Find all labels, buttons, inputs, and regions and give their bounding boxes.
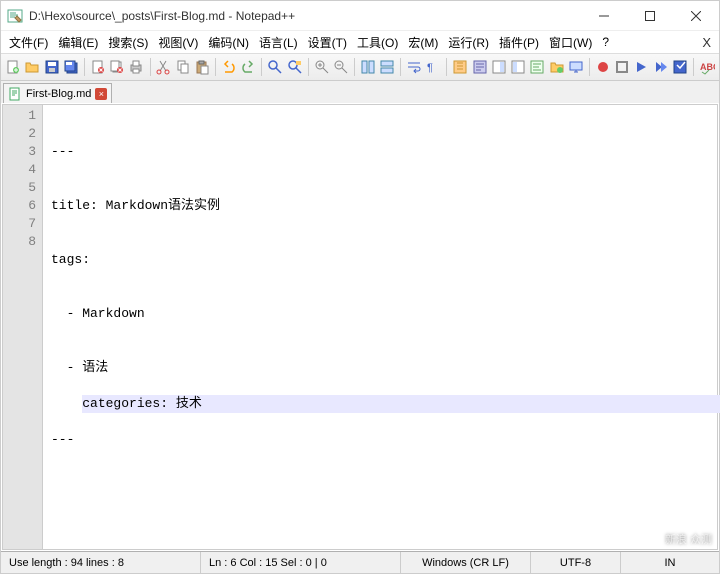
- play-macro-icon[interactable]: [633, 56, 649, 78]
- record-macro-icon[interactable]: [595, 56, 611, 78]
- statusbar: Use length : 94 lines : 8 Ln : 6 Col : 1…: [1, 551, 719, 573]
- status-mode[interactable]: IN: [621, 552, 719, 573]
- redo-icon[interactable]: [240, 56, 256, 78]
- close-all-icon[interactable]: [109, 56, 125, 78]
- app-icon: [7, 8, 23, 24]
- menu-run[interactable]: 运行(R): [444, 32, 493, 53]
- menu-search[interactable]: 搜索(S): [104, 32, 152, 53]
- indent-guide-icon[interactable]: [452, 56, 468, 78]
- code-line: title: Markdown语法实例: [51, 197, 713, 215]
- save-all-icon[interactable]: [63, 56, 79, 78]
- code-line: ---: [51, 431, 713, 449]
- undo-icon[interactable]: [221, 56, 237, 78]
- menu-edit[interactable]: 编辑(E): [54, 32, 102, 53]
- menu-encoding[interactable]: 编码(N): [204, 32, 253, 53]
- toolbar-separator: [693, 58, 694, 76]
- line-number: 1: [3, 107, 36, 125]
- folder-workspace-icon[interactable]: [549, 56, 565, 78]
- menu-help[interactable]: ?: [598, 33, 613, 51]
- menu-settings[interactable]: 设置(T): [304, 32, 351, 53]
- code-line: tags:: [51, 251, 713, 269]
- spellcheck-icon[interactable]: ABC: [699, 56, 715, 78]
- open-file-icon[interactable]: [24, 56, 40, 78]
- find-icon[interactable]: [267, 56, 283, 78]
- doc-list-icon[interactable]: [510, 56, 526, 78]
- stop-macro-icon[interactable]: [614, 56, 630, 78]
- code-line: [51, 485, 713, 503]
- titlebar: D:\Hexo\source\_posts\First-Blog.md - No…: [1, 1, 719, 31]
- file-tab[interactable]: First-Blog.md ×: [3, 83, 112, 103]
- zoom-out-icon[interactable]: [333, 56, 349, 78]
- code-line: - 语法: [51, 359, 713, 377]
- udl-icon[interactable]: [471, 56, 487, 78]
- toolbar-separator: [308, 58, 309, 76]
- line-number: 6: [3, 197, 36, 215]
- status-position: Ln : 6 Col : 15 Sel : 0 | 0: [201, 552, 401, 573]
- svg-text:¶: ¶: [427, 62, 433, 74]
- toolbar-separator: [400, 58, 401, 76]
- line-number: 7: [3, 215, 36, 233]
- line-number: 8: [3, 233, 36, 251]
- svg-text:ABC: ABC: [700, 62, 715, 72]
- code-area[interactable]: --- title: Markdown语法实例 tags: - Markdown…: [43, 105, 717, 549]
- maximize-button[interactable]: [627, 1, 673, 31]
- line-number: 3: [3, 143, 36, 161]
- menu-file[interactable]: 文件(F): [5, 32, 52, 53]
- toolbar-separator: [589, 58, 590, 76]
- cut-icon[interactable]: [155, 56, 171, 78]
- save-icon[interactable]: [44, 56, 60, 78]
- menu-tools[interactable]: 工具(O): [353, 32, 402, 53]
- status-encoding[interactable]: UTF-8: [531, 552, 621, 573]
- line-number: 5: [3, 179, 36, 197]
- tabbar: First-Blog.md ×: [1, 81, 719, 103]
- copy-icon[interactable]: [175, 56, 191, 78]
- line-number: 4: [3, 161, 36, 179]
- file-type-icon: [8, 87, 22, 101]
- monitor-icon[interactable]: [568, 56, 584, 78]
- window-title: D:\Hexo\source\_posts\First-Blog.md - No…: [29, 9, 581, 23]
- new-file-icon[interactable]: [5, 56, 21, 78]
- menu-window[interactable]: 窗口(W): [545, 32, 596, 53]
- print-icon[interactable]: [128, 56, 144, 78]
- status-eol[interactable]: Windows (CR LF): [401, 552, 531, 573]
- wordwrap-icon[interactable]: [406, 56, 422, 78]
- tab-close-icon[interactable]: ×: [95, 88, 107, 100]
- menu-language[interactable]: 语言(L): [255, 32, 302, 53]
- replace-icon[interactable]: [286, 56, 302, 78]
- status-length: Use length : 94 lines : 8: [1, 552, 201, 573]
- line-number-gutter: 1 2 3 4 5 6 7 8: [3, 105, 43, 549]
- toolbar-separator: [261, 58, 262, 76]
- editor[interactable]: 1 2 3 4 5 6 7 8 --- title: Markdown语法实例 …: [2, 104, 718, 550]
- toolbar-separator: [354, 58, 355, 76]
- toolbar: ¶ ABC: [1, 53, 719, 81]
- toolbar-separator: [215, 58, 216, 76]
- doc-map-icon[interactable]: [491, 56, 507, 78]
- zoom-in-icon[interactable]: [313, 56, 329, 78]
- menu-close-x[interactable]: X: [702, 35, 711, 50]
- close-file-icon[interactable]: [90, 56, 106, 78]
- code-line: ---: [51, 143, 713, 161]
- toolbar-separator: [150, 58, 151, 76]
- line-number: 2: [3, 125, 36, 143]
- watermark: 新浪 众测: [665, 534, 712, 546]
- save-macro-icon[interactable]: [672, 56, 688, 78]
- sync-v-icon[interactable]: [360, 56, 376, 78]
- window-controls: [581, 1, 719, 31]
- sync-h-icon[interactable]: [379, 56, 395, 78]
- show-all-chars-icon[interactable]: ¶: [425, 56, 441, 78]
- code-line-current: categories: 技术: [82, 395, 720, 413]
- menubar: 文件(F) 编辑(E) 搜索(S) 视图(V) 编码(N) 语言(L) 设置(T…: [1, 31, 719, 53]
- tab-label: First-Blog.md: [26, 88, 91, 100]
- menu-plugins[interactable]: 插件(P): [495, 32, 543, 53]
- menu-view[interactable]: 视图(V): [154, 32, 202, 53]
- code-line: - Markdown: [51, 305, 713, 323]
- close-button[interactable]: [673, 1, 719, 31]
- func-list-icon[interactable]: [529, 56, 545, 78]
- minimize-button[interactable]: [581, 1, 627, 31]
- menu-macro[interactable]: 宏(M): [404, 32, 442, 53]
- toolbar-separator: [84, 58, 85, 76]
- play-multi-icon[interactable]: [653, 56, 669, 78]
- paste-icon[interactable]: [194, 56, 210, 78]
- toolbar-separator: [446, 58, 447, 76]
